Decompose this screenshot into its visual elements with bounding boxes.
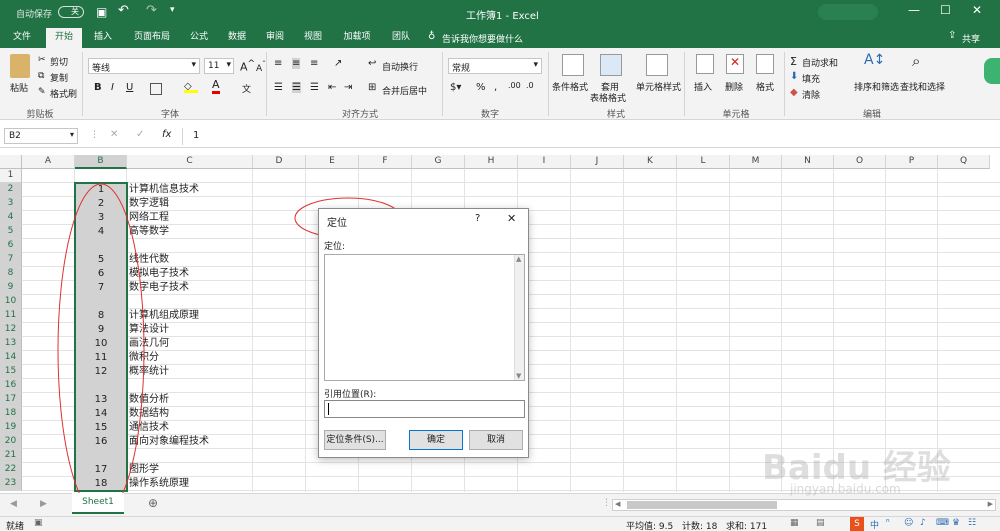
normal-view-icon[interactable]: ▦ (790, 518, 799, 528)
average-status: 平均值: 9.5 (626, 522, 674, 531)
ime-punct-icon[interactable]: ⁿ (886, 518, 890, 528)
count-status: 计数: 18 (682, 522, 718, 531)
sheet-tab-sheet1[interactable]: Sheet1 (72, 493, 124, 514)
reference-label: 引用位置(R): (324, 390, 377, 400)
page-layout-view-icon[interactable]: ▤ (816, 518, 825, 528)
special-button[interactable]: 定位条件(S)... (324, 430, 386, 450)
ok-button[interactable]: 确定 (409, 430, 463, 450)
goto-label: 定位: (324, 242, 346, 252)
prev-sheet-icon[interactable]: ◀ (10, 499, 17, 509)
sum-status: 求和: 171 (726, 522, 768, 531)
list-scrollbar[interactable]: ▲ ▼ (514, 255, 524, 380)
next-sheet-icon[interactable]: ▶ (40, 499, 47, 509)
cancel-button[interactable]: 取消 (469, 430, 523, 450)
status-bar: 就绪 ▣ 平均值: 9.5 计数: 18 求和: 171 ▦ ▤ S 中 ⁿ ☺… (0, 516, 1000, 531)
goto-list[interactable]: ▲ ▼ (324, 254, 525, 381)
dialog-title: 定位 (327, 218, 347, 229)
add-sheet-icon[interactable]: ⊕ (148, 496, 158, 510)
annotation-ellipse-column (57, 183, 145, 517)
watermark-url: jingyan.baidu.com (790, 482, 901, 496)
more-icon: ⋮ (602, 498, 611, 508)
ime-chinese-icon[interactable]: 中 (870, 518, 879, 531)
macro-record-icon[interactable]: ▣ (34, 518, 43, 528)
ime-logo-icon: S (850, 517, 864, 531)
ready-status: 就绪 (6, 522, 25, 531)
ime-skin-icon[interactable]: ♛ (952, 518, 960, 528)
ime-keyboard-icon[interactable]: ⌨ (936, 518, 949, 528)
horizontal-scrollbar[interactable]: ◀ ▶ (612, 499, 996, 511)
goto-dialog: 定位 ? ✕ 定位: ▲ ▼ 引用位置(R): 定位条件(S)... 确定 取消 (318, 208, 529, 458)
ime-menu-icon[interactable]: ☷ (968, 518, 976, 528)
reference-input[interactable] (324, 400, 525, 418)
ime-emoji-icon[interactable]: ☺ (904, 518, 913, 528)
help-icon[interactable]: ? (475, 213, 480, 224)
ime-voice-icon[interactable]: ♪ (920, 518, 926, 528)
sheet-tab-bar: ◀ ▶ Sheet1 ⊕ ⋮ ◀ ▶ (0, 493, 1000, 516)
close-icon[interactable]: ✕ (507, 212, 516, 225)
